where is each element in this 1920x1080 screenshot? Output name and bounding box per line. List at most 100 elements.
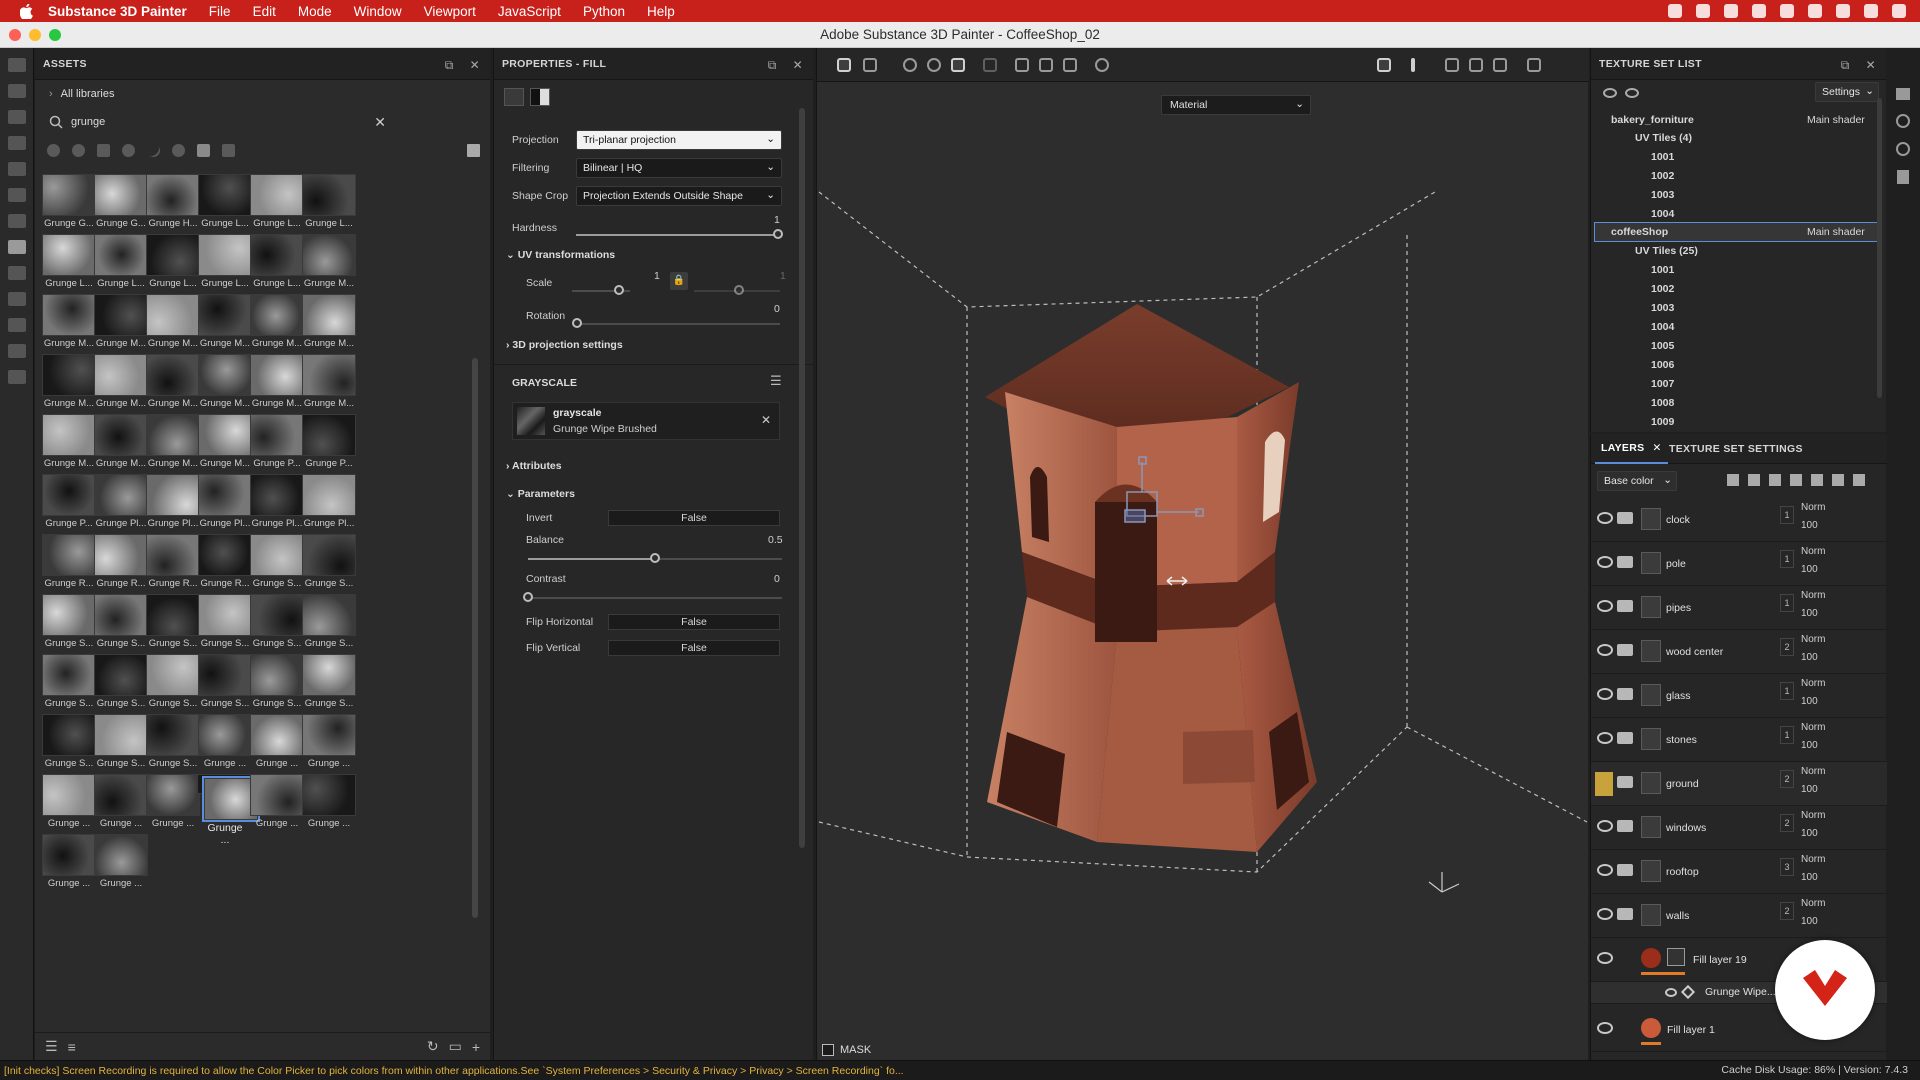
uv-tile[interactable]: 1004	[1651, 208, 1674, 220]
add-fill-layer-icon[interactable]	[1790, 474, 1802, 486]
balance-value[interactable]: 0.5	[768, 534, 783, 546]
uv-tile[interactable]: 1001	[1651, 151, 1674, 163]
opacity-value[interactable]: 100	[1801, 872, 1818, 883]
material-tab-icon[interactable]	[504, 88, 524, 106]
filtering-dropdown[interactable]: Bilinear | HQ ⌄	[576, 158, 782, 178]
visibility-icon[interactable]	[1597, 908, 1613, 920]
asset-tile[interactable]: Grunge L...	[197, 174, 253, 232]
opacity-value[interactable]: 100	[1801, 652, 1818, 663]
attributes-section[interactable]: › Attributes	[506, 460, 562, 472]
float-panel-icon[interactable]: ⧉	[768, 58, 777, 73]
texture-filter-icon[interactable]	[197, 143, 210, 157]
blend-mode[interactable]: Norm	[1801, 810, 1825, 821]
dropbox-icon[interactable]	[1696, 4, 1710, 18]
visibility-icon[interactable]	[1597, 732, 1613, 744]
balance-slider-handle[interactable]	[650, 553, 660, 563]
texture-set-shader[interactable]: Main shader	[1807, 226, 1865, 238]
opacity-value[interactable]: 100	[1801, 916, 1818, 927]
rotation-slider-track[interactable]	[576, 323, 780, 325]
layer-row[interactable]: walls 2 Norm 100	[1591, 894, 1887, 938]
moon-icon[interactable]	[1808, 4, 1822, 18]
asset-tile[interactable]: Grunge ...	[93, 774, 149, 832]
uv-tile[interactable]: 1003	[1651, 302, 1674, 314]
blend-mode[interactable]: Norm	[1801, 678, 1825, 689]
spotlight-search-icon[interactable]	[1864, 4, 1878, 18]
asset-tile[interactable]: Grunge R...	[93, 534, 149, 592]
folder-icon[interactable]	[1617, 556, 1633, 568]
creative-cloud-icon[interactable]	[1668, 4, 1682, 18]
asset-tile[interactable]: Grunge L...	[93, 234, 149, 292]
asset-tile[interactable]: Grunge S...	[41, 714, 97, 772]
asset-tile[interactable]: Grunge ...	[197, 714, 253, 772]
asset-tile[interactable]: Grunge ...	[41, 834, 97, 892]
log-icon[interactable]	[1897, 170, 1909, 184]
asset-tile[interactable]: Grunge Pl...	[145, 474, 201, 532]
sync-icon[interactable]	[1752, 4, 1766, 18]
symmetry-icon[interactable]	[837, 58, 851, 72]
asset-tile[interactable]: Grunge L...	[145, 234, 201, 292]
solo-visibility-icon[interactable]	[1625, 88, 1639, 98]
view-2d-icon[interactable]	[1445, 58, 1459, 72]
polygon-fill-tool-icon[interactable]	[7, 136, 26, 150]
add-mask-icon[interactable]	[1811, 474, 1823, 486]
scale-icon[interactable]	[951, 58, 965, 72]
texture-set-shader[interactable]: Main shader	[1807, 114, 1865, 126]
asset-tile[interactable]: Grunge M...	[93, 354, 149, 412]
asset-tile[interactable]: Grunge P...	[301, 414, 357, 472]
layer-row[interactable]: ground 2 Norm 100	[1591, 762, 1887, 806]
grayscale-tab-icon[interactable]	[530, 88, 550, 106]
grayscale-resource-slot[interactable]: grayscale Grunge Wipe Brushed ✕	[512, 402, 780, 440]
asset-tile[interactable]: Grunge L...	[197, 234, 253, 292]
close-icon[interactable]: ✕	[470, 58, 480, 73]
lock-icon[interactable]: 🔒	[670, 272, 688, 290]
globe-icon[interactable]	[1896, 114, 1910, 128]
asset-tile[interactable]: Grunge S...	[301, 654, 357, 712]
mirror-x-icon[interactable]	[1015, 58, 1029, 72]
blend-mode[interactable]: Norm	[1801, 502, 1825, 513]
asset-tile[interactable]: Grunge S...	[93, 654, 149, 712]
uv-tile[interactable]: 1003	[1651, 189, 1674, 201]
new-window-icon[interactable]: ▭	[449, 1038, 462, 1055]
gear-status-icon[interactable]	[1724, 4, 1738, 18]
hardness-slider-handle[interactable]	[773, 229, 783, 239]
remove-resource-icon[interactable]: ✕	[761, 413, 771, 427]
asset-tile[interactable]: Grunge S...	[249, 654, 305, 712]
rotate-icon[interactable]	[927, 58, 941, 72]
color-picker-tool-icon[interactable]	[7, 214, 26, 228]
menu-edit[interactable]: Edit	[253, 4, 276, 19]
folder-icon[interactable]	[1617, 732, 1633, 744]
smudge-tool-icon[interactable]	[7, 162, 26, 176]
layer-row[interactable]: glass 1 Norm 100	[1591, 674, 1887, 718]
viewport-mode-dropdown[interactable]: Material ⌄	[1161, 95, 1311, 115]
uv-tiles-group[interactable]: UV Tiles (4)	[1635, 132, 1692, 144]
opacity-value[interactable]: 100	[1801, 696, 1818, 707]
particle-filter-icon[interactable]	[172, 143, 185, 157]
assets-panel-toggle-icon[interactable]	[7, 240, 26, 254]
assets-scrollbar[interactable]	[472, 358, 478, 918]
asset-tile[interactable]: Grunge Pl...	[93, 474, 149, 532]
folder-icon[interactable]	[1617, 864, 1633, 876]
projection-dropdown[interactable]: Tri-planar projection ⌄	[576, 130, 782, 150]
asset-tile[interactable]: Grunge M...	[41, 414, 97, 472]
visibility-icon[interactable]	[1665, 988, 1677, 997]
history-icon[interactable]	[1896, 142, 1910, 156]
uv-transformations-section[interactable]: ⌄ UV transformations	[506, 249, 615, 261]
uv-tile[interactable]: 1007	[1651, 378, 1674, 390]
asset-tile[interactable]: Grunge S...	[41, 594, 97, 652]
invert-toggle[interactable]: False	[608, 510, 780, 526]
visibility-icon[interactable]	[1597, 600, 1613, 612]
contrast-slider-handle[interactable]	[523, 592, 533, 602]
asset-tile[interactable]: Grunge R...	[145, 534, 201, 592]
asset-tile[interactable]: Grunge M...	[41, 354, 97, 412]
tab-texture-set-settings[interactable]: TEXTURE SET SETTINGS	[1663, 434, 1809, 464]
smart-material-filter-icon[interactable]	[72, 143, 85, 157]
visibility-icon[interactable]	[1597, 864, 1613, 876]
asset-tile[interactable]: Grunge P...	[41, 474, 97, 532]
asset-tile[interactable]: Grunge Pl...	[197, 474, 253, 532]
add-paint-layer-icon[interactable]	[1769, 474, 1781, 486]
asset-tile[interactable]: Grunge S...	[41, 654, 97, 712]
asset-tile[interactable]: Grunge L...	[249, 234, 305, 292]
folder-icon[interactable]	[1617, 644, 1633, 656]
close-icon[interactable]: ✕	[1652, 442, 1661, 454]
blend-mode[interactable]: Norm	[1801, 854, 1825, 865]
